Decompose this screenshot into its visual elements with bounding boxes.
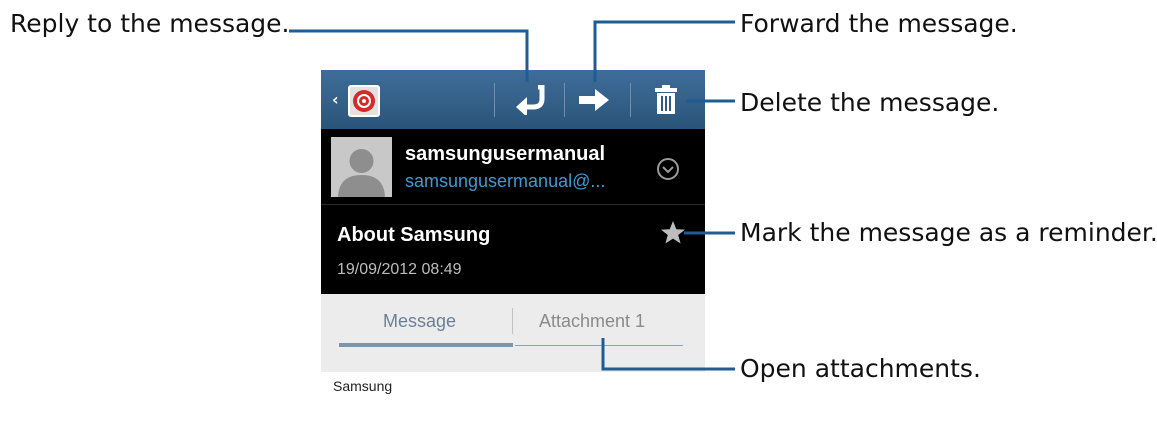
callout-lines [289, 20, 735, 371]
forward-callout-line [593, 20, 735, 82]
attachments-callout-line [601, 338, 735, 371]
reply-callout-line [289, 29, 529, 82]
